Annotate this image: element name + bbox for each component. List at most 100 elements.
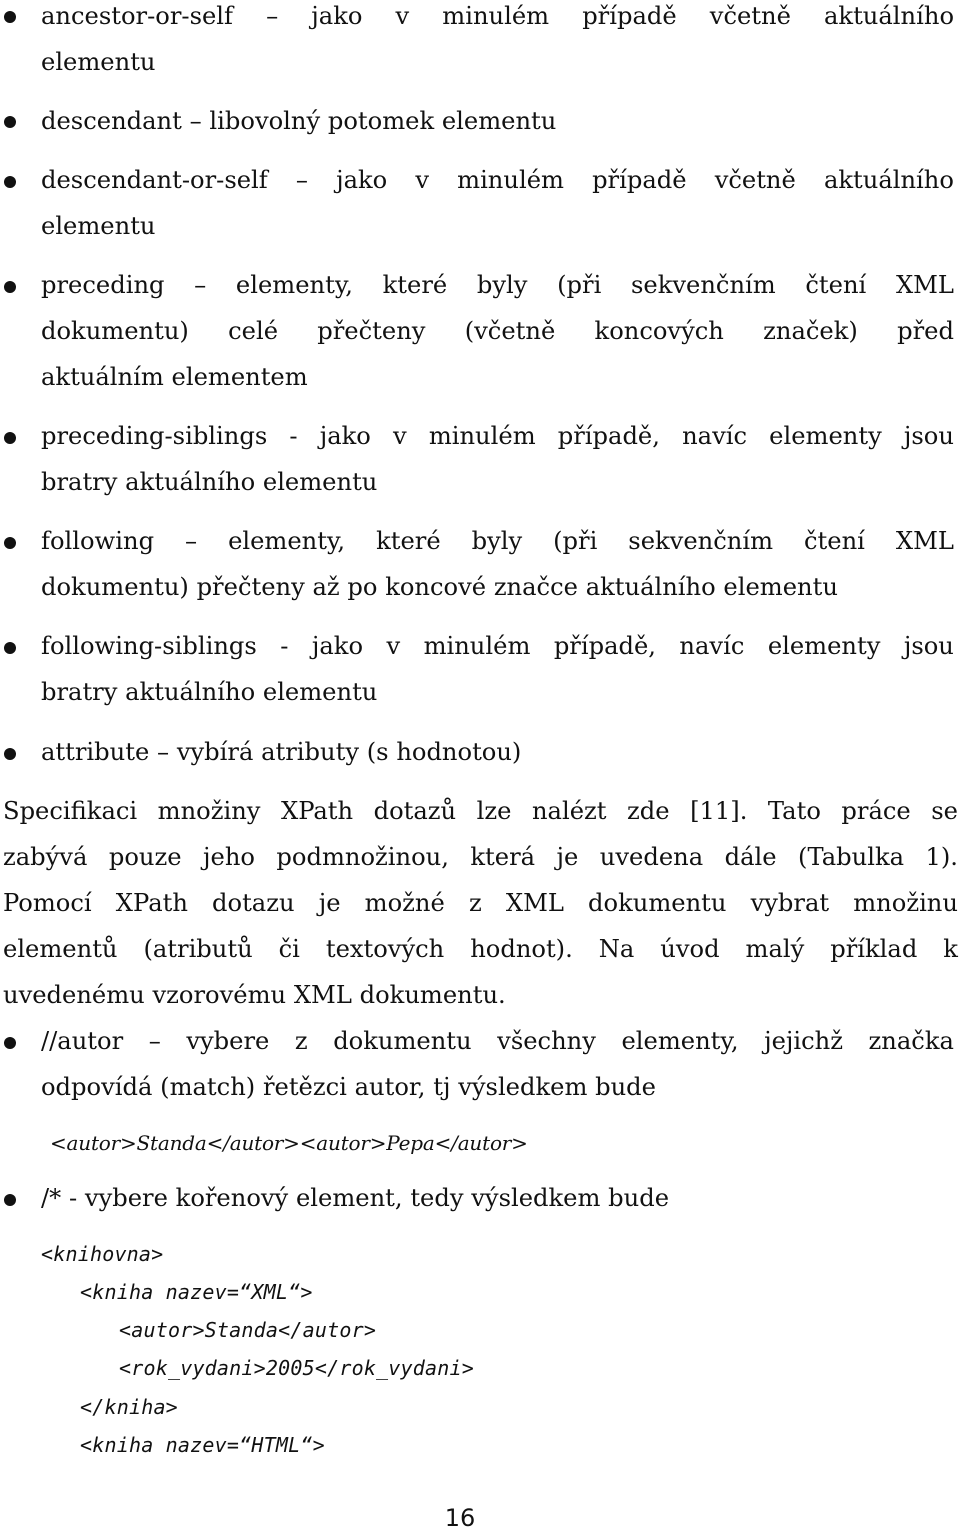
word: před bbox=[897, 317, 954, 345]
word: v bbox=[386, 632, 401, 660]
word: byly bbox=[476, 271, 528, 299]
document-page: ancestor-or-self – jako v minulém případě včet… bbox=[0, 0, 960, 1533]
word: případě bbox=[592, 166, 687, 194]
word: dotazů bbox=[373, 797, 457, 825]
word: - bbox=[68, 1184, 78, 1212]
bullet-icon bbox=[4, 116, 16, 128]
word: elementu bbox=[41, 48, 156, 76]
word: XML bbox=[293, 981, 352, 1009]
text-line: descendant – libovolný potomek elementu bbox=[41, 98, 954, 144]
text-line: ancestor-or-self – jako v minulém případě včet… bbox=[41, 0, 954, 39]
bullet-icon bbox=[4, 11, 16, 23]
word: Na bbox=[598, 935, 635, 963]
word: které bbox=[382, 271, 448, 299]
word: Specifikaci bbox=[3, 797, 138, 825]
word: jeho bbox=[203, 843, 255, 871]
text-line: elementu bbox=[41, 39, 954, 85]
example-result-code: <autor>Standa</autor><autor>Pepa</autor> bbox=[50, 1131, 528, 1155]
word: možné bbox=[364, 889, 445, 917]
word: bratry bbox=[41, 468, 118, 496]
word: vybírá bbox=[176, 738, 254, 766]
word: [11]. bbox=[690, 797, 748, 825]
word: elementu bbox=[262, 468, 378, 496]
word: nalézt bbox=[531, 797, 607, 825]
word: Pomocí bbox=[3, 889, 92, 917]
word: dokumentu. bbox=[359, 981, 506, 1009]
word: XPath bbox=[280, 797, 354, 825]
word: příklad bbox=[830, 935, 918, 963]
bullet-icon bbox=[4, 1037, 16, 1049]
word: výsledkem bbox=[471, 1184, 601, 1212]
word: potomek bbox=[327, 107, 435, 135]
word: jako bbox=[336, 166, 388, 194]
word: //autor bbox=[41, 1027, 124, 1055]
code-line: <kniha nazev=“HTML“> bbox=[80, 1433, 325, 1457]
word: elementy, bbox=[235, 271, 353, 299]
word: je bbox=[318, 889, 341, 917]
text-line: elementů (atributů či textových hodnot). Na úv… bbox=[3, 926, 958, 972]
word: (při bbox=[553, 527, 598, 555]
word: celé bbox=[228, 317, 279, 345]
word: řetězci bbox=[262, 1073, 347, 1101]
code-line: <kniha nazev=“XML“> bbox=[80, 1280, 313, 1304]
word: jsou bbox=[903, 632, 954, 660]
word: aktuálního bbox=[125, 678, 256, 706]
word: libovolný bbox=[209, 107, 321, 135]
word: k bbox=[943, 935, 958, 963]
word: včetně bbox=[714, 166, 796, 194]
word: XML bbox=[895, 271, 954, 299]
word: Tato bbox=[767, 797, 821, 825]
word: hodnot). bbox=[470, 935, 573, 963]
word: jako bbox=[311, 632, 364, 660]
word: práce bbox=[841, 797, 911, 825]
word: elementem bbox=[171, 363, 308, 391]
word: minulém bbox=[457, 166, 564, 194]
word: attribute bbox=[41, 738, 150, 766]
text-line: uvedenému vzorovému XML dokumentu. bbox=[3, 972, 958, 1018]
word: (atributů bbox=[143, 935, 253, 963]
word: zabývá bbox=[3, 843, 88, 871]
word: ancestor-or-self bbox=[41, 2, 234, 30]
word: výsledkem bbox=[458, 1073, 588, 1101]
word: zde bbox=[627, 797, 670, 825]
word: sekvenčním bbox=[628, 527, 774, 555]
text-line: zabývá pouze jeho podmnožinou, která je uveden… bbox=[3, 834, 958, 880]
word: uvedenému bbox=[3, 981, 145, 1009]
word: navíc bbox=[679, 632, 745, 660]
word: descendant bbox=[41, 107, 182, 135]
word: podmnožinou, bbox=[276, 843, 449, 871]
word: atributy bbox=[261, 738, 359, 766]
word: aktuálního bbox=[824, 2, 954, 30]
bullet-icon bbox=[4, 176, 16, 188]
word: tj bbox=[433, 1073, 451, 1101]
word: vybrat bbox=[750, 889, 830, 917]
text-line: following – elementy, které byly (při sekvenčn… bbox=[41, 518, 954, 564]
text-line: dokumentu) přečteny až po koncové značce aktuá… bbox=[41, 564, 954, 610]
word: – bbox=[194, 271, 207, 299]
word: minulém bbox=[428, 422, 536, 450]
word: dokumentu bbox=[588, 889, 727, 917]
bullet-icon bbox=[4, 642, 16, 654]
text-line: bratry aktuálního elementu bbox=[41, 669, 954, 715]
word: (match) bbox=[160, 1073, 256, 1101]
text-line: aktuálním elementem bbox=[41, 354, 954, 400]
text-line: /* - vybere kořenový element, tedy výsledkem bu… bbox=[41, 1175, 954, 1221]
text-line: Pomocí XPath dotazu je možné z XML dokumentu vyb… bbox=[3, 880, 958, 926]
word: element, bbox=[295, 1184, 403, 1212]
word: pouze bbox=[108, 843, 182, 871]
word: z bbox=[468, 889, 482, 917]
word: elementy, bbox=[621, 1027, 739, 1055]
word: minulém bbox=[442, 2, 550, 30]
word: aktuálním bbox=[41, 363, 164, 391]
text-line: bratry aktuálního elementu bbox=[41, 459, 954, 505]
word: tedy bbox=[410, 1184, 464, 1212]
word: vzorovému bbox=[152, 981, 287, 1009]
word: (s bbox=[366, 738, 389, 766]
word: v bbox=[393, 422, 407, 450]
word: – bbox=[295, 166, 308, 194]
word: kořenový bbox=[175, 1184, 289, 1212]
word: které bbox=[376, 527, 441, 555]
word: - bbox=[289, 422, 298, 450]
word: – bbox=[157, 738, 170, 766]
word: z bbox=[294, 1027, 308, 1055]
